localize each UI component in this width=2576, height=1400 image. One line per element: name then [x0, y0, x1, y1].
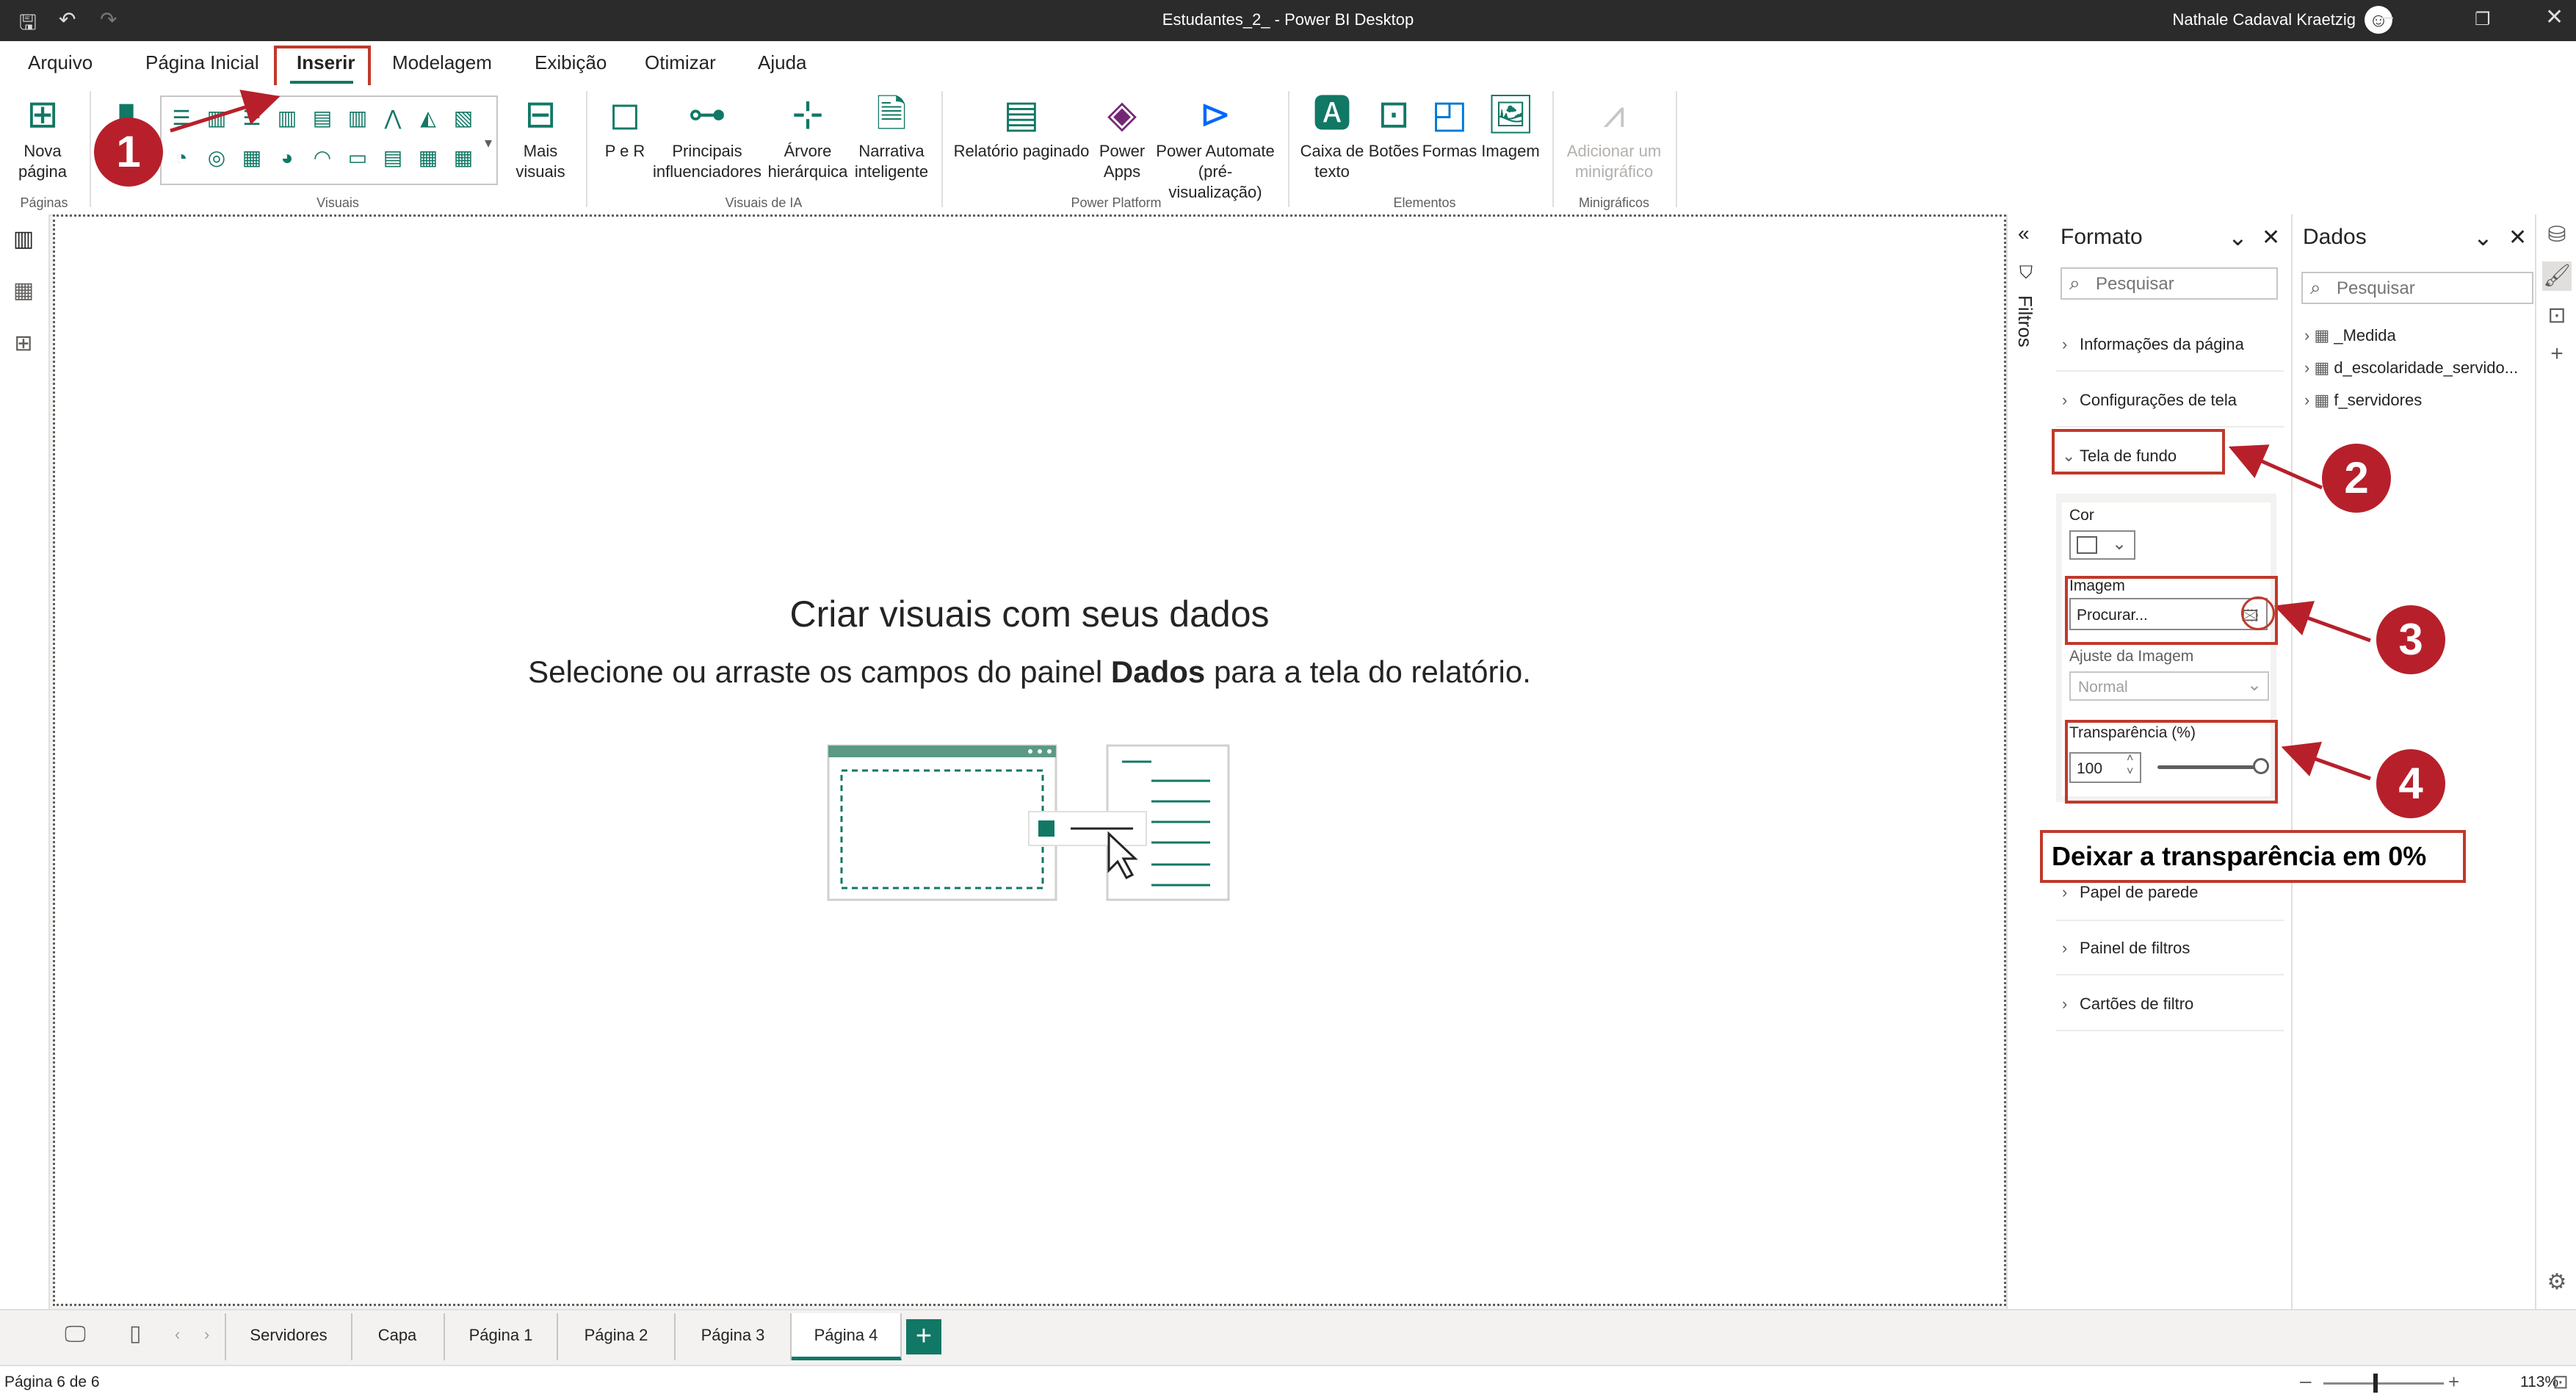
annotation-arrows [170, 90, 2371, 781]
annotation-box-transparencia [2065, 720, 2278, 804]
annotation-number-4: 4 [2376, 749, 2445, 818]
annotation-number-3: 3 [2376, 605, 2445, 674]
annotation-number-2: 2 [2322, 444, 2391, 513]
annotation-box-tela-de-fundo [2052, 429, 2225, 475]
annotation-number-1: 1 [94, 118, 163, 187]
annotation-note: Deixar a transparência em 0% [2040, 830, 2466, 883]
annotation-box-imagem [2065, 576, 2278, 645]
